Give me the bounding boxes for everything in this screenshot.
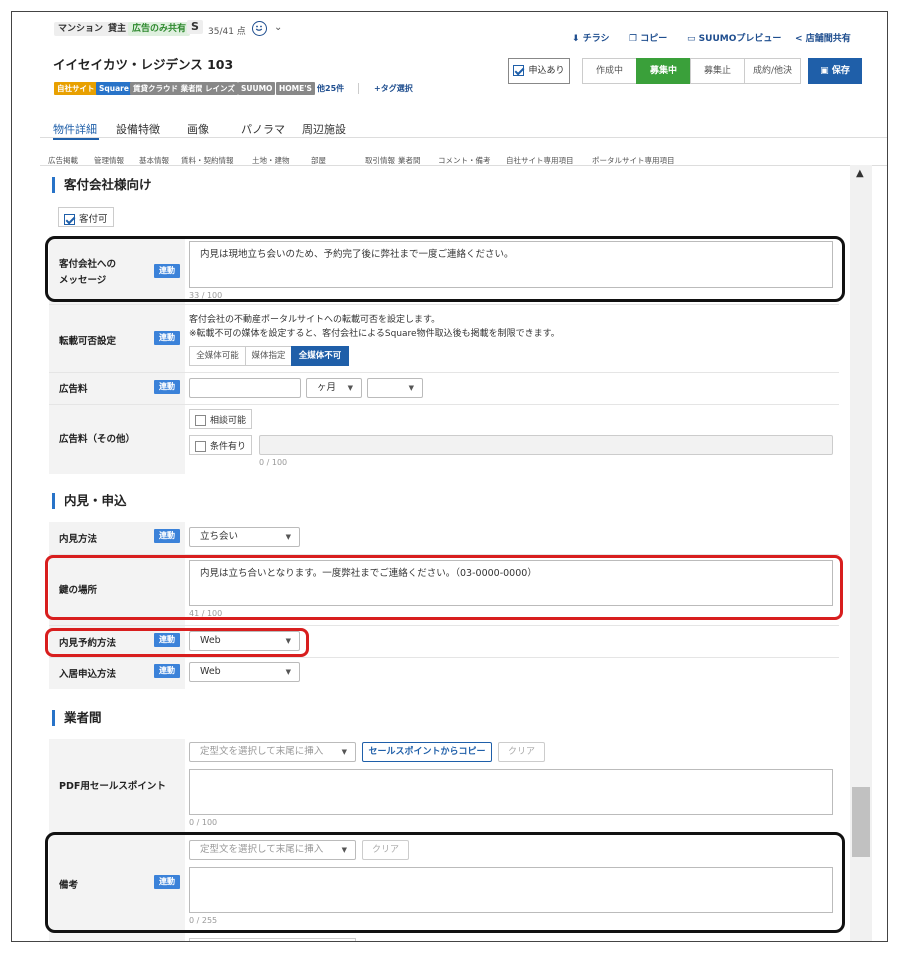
adfee-other-count: 0 / 100 [259, 458, 288, 467]
adfee-input[interactable] [189, 378, 301, 398]
highlight-reserve [45, 628, 309, 657]
tag-badge: レインズ [202, 82, 238, 95]
adfee-label: 広告料 [59, 384, 88, 395]
section-client-title: 客付会社様向け [52, 177, 152, 193]
tab-panorama[interactable]: パノラマ [241, 121, 285, 137]
apply-checkbox[interactable]: 申込あり [508, 58, 570, 84]
tag-select-link[interactable]: +タグ選択 [374, 83, 413, 94]
status-contracted-button[interactable]: 成約/他決 [744, 58, 801, 84]
tag-badge: HOME'S [276, 82, 315, 95]
conditional-checkbox[interactable]: 条件有り [189, 435, 253, 455]
pdf-sales-textarea[interactable] [189, 769, 833, 815]
pdf-clear-button[interactable]: クリア [498, 742, 545, 762]
apply-check-icon [513, 65, 525, 76]
view-method-select[interactable]: 立ち会い ▼ [189, 527, 300, 547]
checkbox-icon [195, 415, 206, 426]
repost-label: 転載可否設定 [59, 336, 117, 347]
pdf-template-select[interactable]: 定型文を選択して末尾に挿入 ▼ [189, 742, 356, 762]
suumo-preview-action[interactable]: ▭ SUUMOプレビュー [687, 31, 781, 44]
chevron-down-icon[interactable]: ⌄ [274, 22, 282, 33]
adfee-other-label: 広告料（その他） [59, 434, 136, 445]
save-button[interactable]: ▣ 保存 [808, 58, 862, 84]
flyer-action[interactable]: ⬇ チラシ [572, 31, 610, 44]
status-recruiting-button[interactable]: 募集中 [636, 58, 691, 84]
tab-features[interactable]: 設備特徴 [116, 121, 160, 137]
repost-link-badge: 連動 [154, 331, 180, 345]
tags-more[interactable]: 他25件 [317, 83, 344, 94]
subnav-divider [40, 165, 887, 166]
section-viewing-title: 内見・申込 [52, 493, 127, 509]
apply-method-select[interactable]: Web ▼ [189, 662, 300, 682]
tag-badge: 賃貸クラウド 業者間 [130, 82, 207, 95]
tabs-divider [40, 137, 887, 138]
download-icon: ⬇ [572, 34, 580, 44]
view-method-link-badge: 連動 [154, 529, 180, 543]
caret-down-icon: ▼ [341, 748, 347, 756]
store-share-action[interactable]: < 店舗間共有 [795, 31, 851, 44]
client-ok-checkbox[interactable]: 客付可 [58, 207, 114, 227]
apply-method-label: 入居申込方法 [59, 669, 117, 680]
caret-down-icon: ▼ [347, 384, 353, 392]
repost-desc1: 客付会社の不動産ポータルサイトへの転載可否を設定します。 [189, 315, 441, 325]
save-icon: ▣ [820, 66, 829, 76]
repost-option-all[interactable]: 全媒体可能 [189, 346, 246, 366]
status-draft-button[interactable]: 作成中 [582, 58, 637, 84]
highlight-message [45, 236, 845, 302]
tab-detail[interactable]: 物件詳細 [53, 121, 97, 137]
adfee-unit-select[interactable]: ヶ月 ▼ [306, 378, 362, 398]
scrollbar-thumb[interactable] [852, 787, 870, 857]
scroll-up-icon[interactable]: ▲ [856, 168, 864, 179]
row-divider [49, 625, 839, 626]
copy-sales-point-button[interactable]: セールスポイントからコピー [362, 742, 492, 762]
owner-badge: 貸主 [104, 22, 131, 36]
section-agent-title: 業者間 [52, 710, 102, 726]
share-icon: < [795, 34, 803, 44]
repost-option-select[interactable]: 媒体指定 [245, 346, 292, 366]
caret-down-icon: ▼ [285, 533, 291, 541]
row-divider [49, 657, 839, 658]
highlight-key-location [45, 555, 843, 620]
tab-images[interactable]: 画像 [187, 121, 209, 137]
copy-icon: ❐ [629, 34, 638, 44]
copy-action[interactable]: ❐ コピー [629, 31, 667, 44]
active-tab-underline [53, 138, 99, 140]
tag-badge: Square [96, 82, 132, 95]
app-frame: マンション 貸主 広告のみ共有 S 35/41 点 ⌄ ⬇ チラシ ❐ コピー … [11, 11, 888, 942]
repost-option-none[interactable]: 全媒体不可 [291, 346, 349, 366]
pdf-sales-label: PDF用セールスポイント [59, 781, 166, 792]
adfee-tax-select[interactable]: ▼ [367, 378, 423, 398]
adfee-other-input[interactable] [259, 435, 833, 455]
apply-method-link-badge: 連動 [154, 664, 180, 678]
rank-badge: S [187, 20, 203, 34]
tab-nearby[interactable]: 周辺施設 [302, 121, 346, 137]
smile-icon[interactable] [252, 21, 267, 36]
adfee-link-badge: 連動 [154, 380, 180, 394]
property-type-badge: マンション [54, 22, 108, 36]
row-divider [49, 372, 839, 373]
view-method-label: 内見方法 [59, 534, 98, 545]
repost-desc2: ※転載不可の媒体を設定すると、客付会社によるSquare物件取込後も掲載を制限で… [189, 329, 560, 339]
pdf-sales-count: 0 / 100 [189, 818, 218, 827]
checkbox-icon [195, 441, 206, 452]
next-field-stub[interactable] [189, 938, 356, 941]
row-divider [49, 404, 839, 405]
row-divider [49, 304, 839, 305]
tag-badge: 自社サイト [54, 82, 98, 95]
status-stopped-button[interactable]: 募集止 [690, 58, 745, 84]
caret-down-icon: ▼ [285, 668, 291, 676]
highlight-note [45, 832, 845, 933]
ad-share-badge: 広告のみ共有 [128, 22, 191, 36]
page-title: イイセイカツ・レジデンス 103 [53, 57, 234, 72]
monitor-icon: ▭ [687, 34, 696, 44]
score-text: 35/41 点 [208, 27, 246, 37]
check-icon [64, 214, 75, 225]
divider [358, 83, 359, 94]
tag-badge: SUUMO [238, 82, 276, 95]
caret-down-icon: ▼ [408, 384, 414, 392]
negotiable-checkbox[interactable]: 相談可能 [189, 409, 253, 429]
